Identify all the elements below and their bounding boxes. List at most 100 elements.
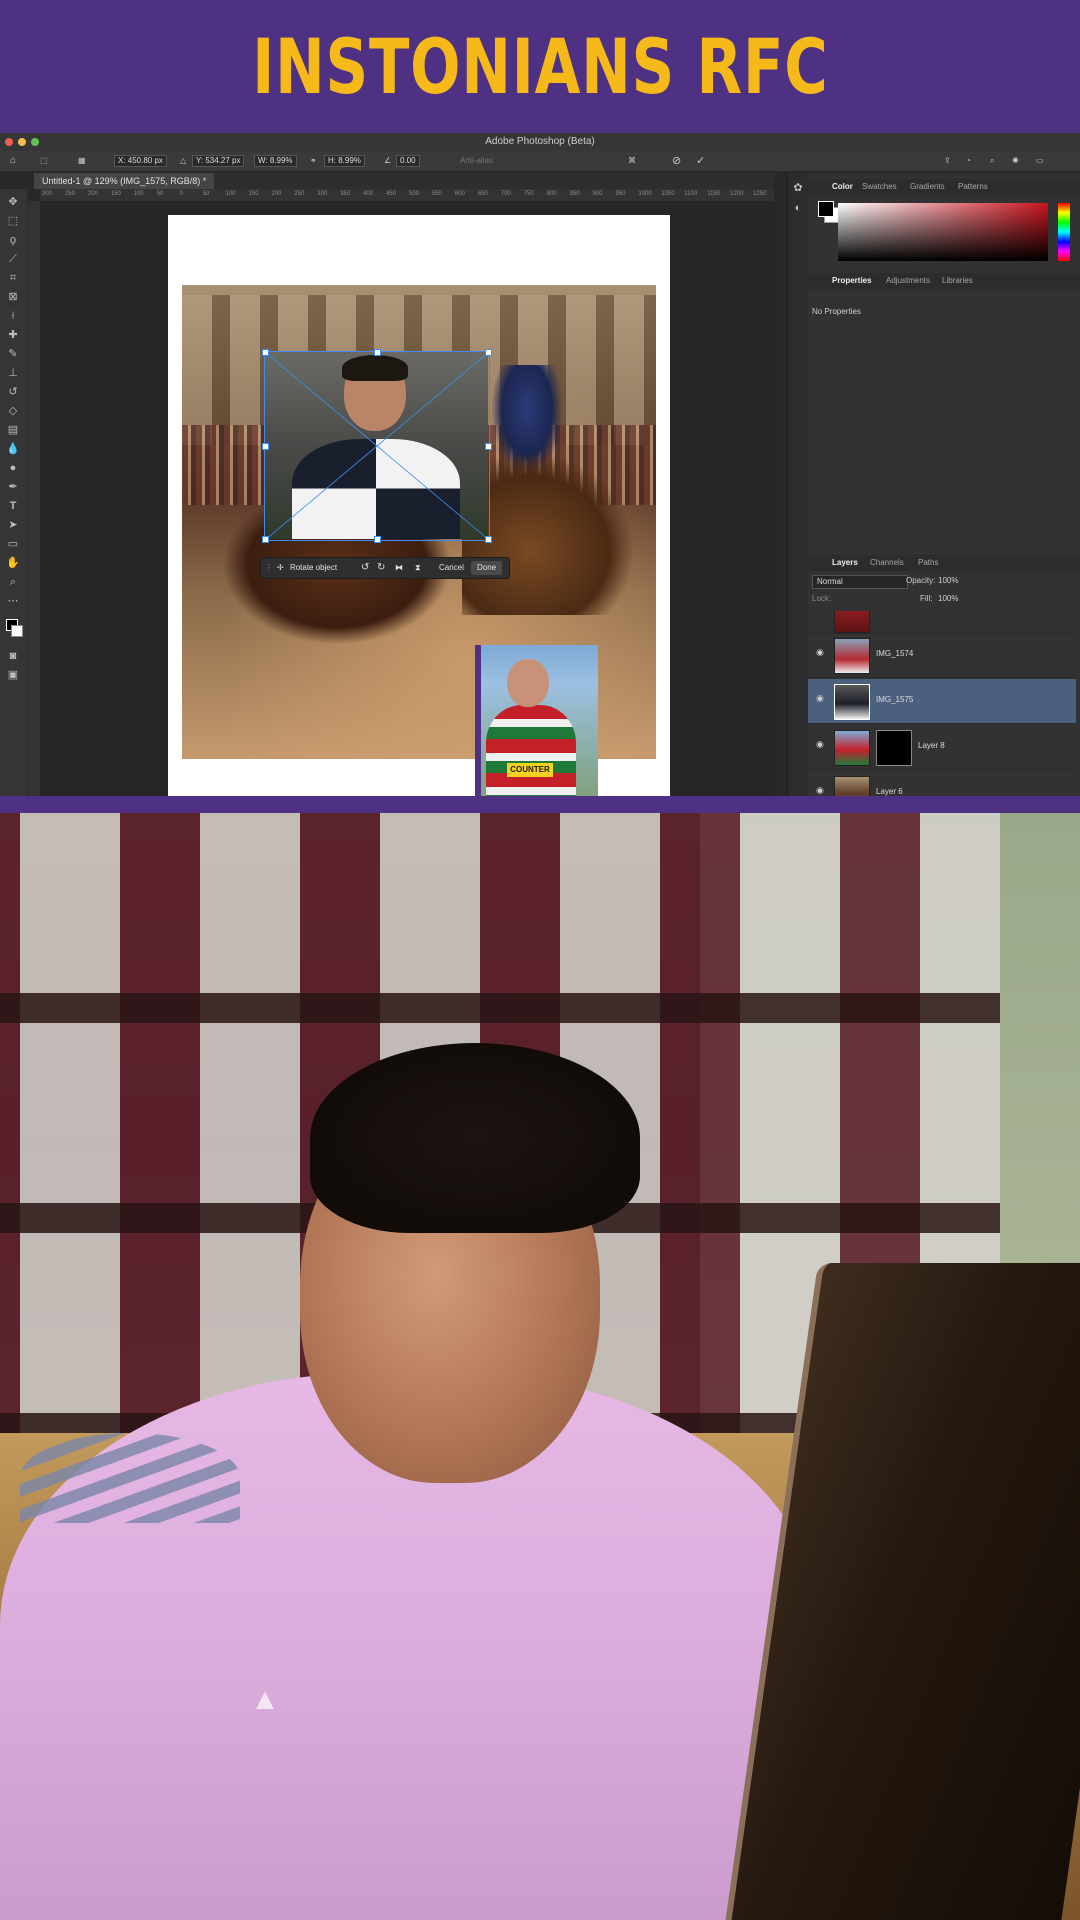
rotate-object-icon: ✢	[277, 563, 284, 572]
transform-bounding-box[interactable]	[262, 349, 492, 543]
color-picker-field[interactable]	[838, 203, 1048, 261]
document-tab[interactable]: Untitled-1 @ 129% (IMG_1575, RGB/8) *	[34, 173, 215, 189]
dodge-tool-icon[interactable]: ●	[6, 461, 20, 475]
layer-row-layer-6[interactable]: ◉ Layer 6	[808, 771, 1076, 796]
crop-tool-icon[interactable]: ⌗	[6, 271, 20, 285]
home-icon[interactable]: ⌂	[10, 155, 16, 167]
layer-row-img-1574[interactable]: ◉ IMG_1574	[808, 633, 1076, 678]
tab-layers[interactable]: Layers	[832, 555, 858, 571]
visibility-eye-icon[interactable]: ◉	[816, 647, 826, 657]
discover-icon[interactable]: ✺	[1012, 155, 1019, 167]
quick-select-tool-icon[interactable]: ⟋	[6, 252, 20, 266]
tab-color[interactable]: Color	[832, 179, 853, 195]
drag-grip-icon[interactable]: ⋮	[265, 558, 273, 578]
cancel-button[interactable]: Cancel	[439, 558, 464, 578]
flip-horizontal-icon[interactable]: ⧓	[395, 558, 403, 578]
path-select-tool-icon[interactable]: ➤	[6, 518, 20, 532]
layer-mask-thumbnail[interactable]	[876, 730, 912, 766]
fill-value[interactable]: 100%	[938, 591, 958, 607]
transform-handle-tc[interactable]	[374, 349, 381, 356]
layer-row-img-1575[interactable]: ◉ IMG_1575	[808, 679, 1076, 724]
frame-tool-icon[interactable]: ⊠	[6, 290, 20, 304]
tab-channels[interactable]: Channels	[870, 555, 904, 571]
pen-tool-icon[interactable]: ✒	[6, 480, 20, 494]
rotate-left-icon[interactable]: ↺	[361, 558, 369, 578]
transform-handle-tl[interactable]	[262, 349, 269, 356]
warp-icon[interactable]: ⌘	[628, 155, 636, 167]
h-field[interactable]: H: 8.99%	[322, 155, 365, 167]
color-panel-icon[interactable]: ✿	[791, 181, 805, 195]
x-field[interactable]: X: 450.80 px	[112, 155, 167, 167]
antialias-label[interactable]: Anti-alias	[460, 155, 493, 167]
transform-handle-ml[interactable]	[262, 443, 269, 450]
tab-libraries[interactable]: Libraries	[942, 273, 973, 289]
visibility-eye-icon[interactable]: ◉	[816, 739, 826, 749]
visibility-eye-icon[interactable]: ◉	[816, 693, 826, 703]
eyedropper-tool-icon[interactable]: ⟊	[6, 309, 20, 323]
gradient-tool-icon[interactable]: ▤	[6, 423, 20, 437]
layer-row-layer-8[interactable]: ◉ Layer 8	[808, 725, 1076, 770]
commit-transform-icon[interactable]: ✓	[696, 155, 705, 167]
background-color-swatch[interactable]	[11, 625, 23, 637]
eraser-tool-icon[interactable]: ◇	[6, 404, 20, 418]
blur-tool-icon[interactable]: 💧	[6, 442, 20, 456]
transform-handle-br[interactable]	[485, 536, 492, 543]
move-tool-icon[interactable]: ✥	[6, 195, 20, 209]
foreground-color[interactable]	[818, 201, 834, 217]
link-icon[interactable]: ⚭	[310, 155, 317, 167]
minimize-window-icon[interactable]	[18, 138, 26, 146]
rotate-right-icon[interactable]: ↻	[377, 558, 385, 578]
shape-tool-icon[interactable]: ▭	[6, 537, 20, 551]
type-tool-icon[interactable]: T	[6, 499, 20, 513]
options-bar: ⌂ ⬚ ▦ X: 450.80 px △ Y: 534.27 px W: 8.9…	[0, 151, 1080, 171]
tab-patterns[interactable]: Patterns	[958, 179, 988, 195]
ruler-tick-label: 350	[340, 191, 351, 197]
tab-gradients[interactable]: Gradients	[910, 179, 945, 195]
history-brush-tool-icon[interactable]: ↺	[6, 385, 20, 399]
flip-vertical-icon[interactable]: ⧗	[415, 558, 421, 578]
screen-mode-icon[interactable]: ▣	[6, 668, 20, 682]
w-field[interactable]: W: 8.99%	[252, 155, 297, 167]
adjustments-panel-icon[interactable]: ◐	[791, 201, 805, 215]
transform-handle-bc[interactable]	[374, 536, 381, 543]
tools-panel: ✥ ⬚ ϙ ⟋ ⌗ ⊠ ⟊ ✚ ✎ ⊥ ↺ ◇ ▤ 💧 ● ✒ T ➤ ▭ ✋ …	[0, 189, 28, 796]
artboard[interactable]: ⋮ ✢ Rotate object ↺ ↻ ⧓ ⧗ Cancel Done CO…	[168, 215, 670, 796]
share-icon[interactable]: ⇪	[944, 155, 951, 167]
more-tools-icon[interactable]: ⋯	[6, 594, 20, 608]
rotate-object-button[interactable]: ✢ Rotate object	[277, 558, 337, 578]
angle-field[interactable]: 0.00	[394, 155, 420, 167]
marquee-tool-icon[interactable]: ⬚	[6, 214, 20, 228]
y-field[interactable]: Y: 534.27 px	[190, 155, 245, 167]
stamp-tool-icon[interactable]: ⊥	[6, 366, 20, 380]
done-button[interactable]: Done	[471, 561, 503, 575]
quick-mask-icon[interactable]: ◙	[6, 649, 20, 663]
zoom-tool-icon[interactable]: ⌕	[6, 575, 20, 589]
brush-tool-icon[interactable]: ✎	[6, 347, 20, 361]
tab-adjustments[interactable]: Adjustments	[886, 273, 930, 289]
transform-handle-mr[interactable]	[485, 443, 492, 450]
opacity-value[interactable]: 100%	[938, 573, 958, 589]
tab-properties[interactable]: Properties	[832, 273, 872, 289]
ruler-tick-label: 650	[477, 191, 488, 197]
hand-tool-icon[interactable]: ✋	[6, 556, 20, 570]
transform-tool-icon[interactable]: ⬚	[40, 155, 48, 167]
layer-row-partial[interactable]	[808, 611, 1076, 634]
healing-tool-icon[interactable]: ✚	[6, 328, 20, 342]
rugby-player-photo[interactable]: COUNTER	[481, 645, 598, 796]
blend-mode-select[interactable]: Normal	[812, 575, 908, 589]
tab-swatches[interactable]: Swatches	[862, 179, 897, 195]
transform-handle-tr[interactable]	[485, 349, 492, 356]
search-icon[interactable]: ⌕	[990, 155, 994, 167]
visibility-eye-icon[interactable]: ◉	[816, 785, 826, 795]
close-window-icon[interactable]	[5, 138, 13, 146]
workspace-icon[interactable]: ▭	[1036, 155, 1044, 167]
tab-paths[interactable]: Paths	[918, 555, 938, 571]
notifications-icon[interactable]: ◔	[966, 155, 971, 167]
transform-handle-bl[interactable]	[262, 536, 269, 543]
zoom-window-icon[interactable]	[31, 138, 39, 146]
reference-point-icon[interactable]: ▦	[78, 155, 86, 167]
hue-slider[interactable]	[1058, 203, 1070, 261]
cancel-transform-icon[interactable]: ⊘	[672, 155, 681, 167]
lasso-tool-icon[interactable]: ϙ	[6, 233, 20, 247]
canvas-area[interactable]: ⋮ ✢ Rotate object ↺ ↻ ⧓ ⧗ Cancel Done CO…	[40, 201, 812, 796]
